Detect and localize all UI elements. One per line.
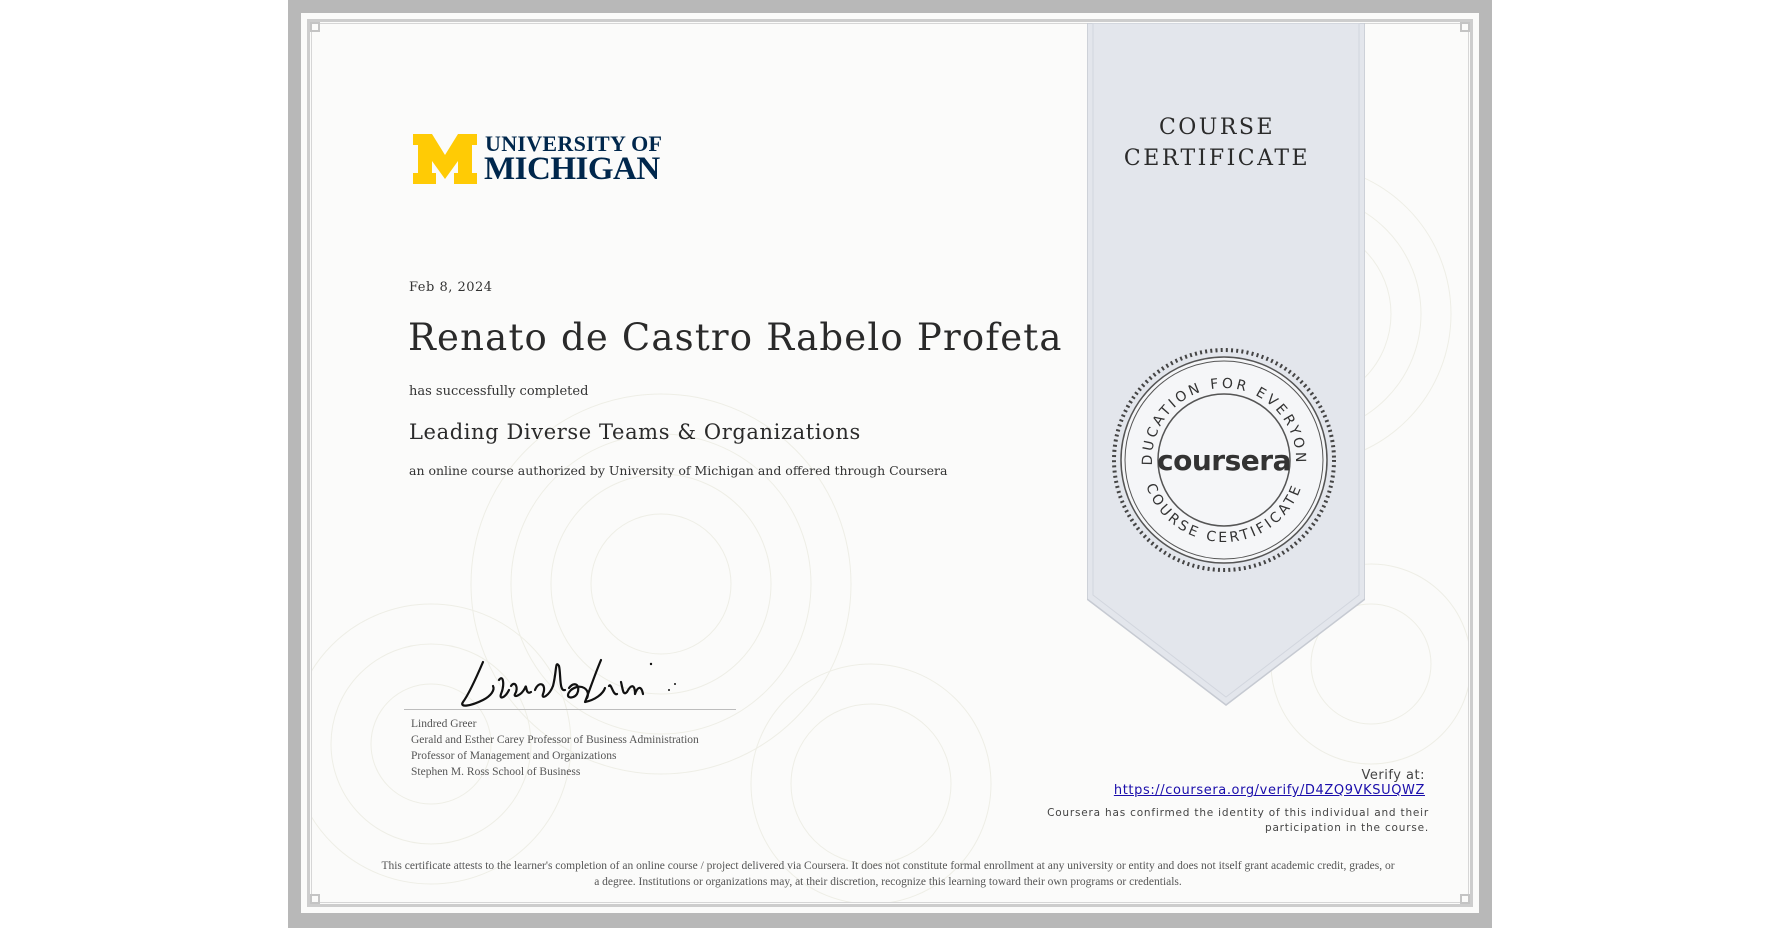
signatory-block: Lindred Greer Gerald and Esther Carey Pr… — [411, 716, 699, 780]
confirmation-line2: participation in the course. — [1264, 822, 1429, 834]
university-logo: UNIVERSITY OF MICHIGAN — [410, 133, 665, 187]
signatory-title-3: Stephen M. Ross School of Business — [411, 766, 581, 778]
corner-ornament-top-left — [310, 22, 320, 32]
coursera-seal: EDUCATION FOR EVERYONE COURSE CERTIFICAT… — [1112, 348, 1336, 572]
issue-date: Feb 8, 2024 — [409, 280, 493, 295]
attestation-disclaimer: This certificate attests to the learner'… — [330, 858, 1446, 890]
seal-brand-text: coursera — [1157, 444, 1291, 477]
course-title: Leading Diverse Teams & Organizations — [409, 420, 861, 444]
logo-text-line2: MICHIGAN — [484, 151, 660, 187]
identity-confirmation: Coursera has confirmed the identity of t… — [1029, 806, 1429, 836]
corner-ornament-bottom-right — [1460, 894, 1470, 904]
ribbon-title-line1: COURSE — [1158, 115, 1276, 140]
confirmation-line1: Coursera has confirmed the identity of t… — [1047, 807, 1429, 819]
signatory-name: Lindred Greer — [411, 718, 477, 730]
corner-ornament-bottom-left — [310, 894, 320, 904]
verify-link[interactable]: https://coursera.org/verify/D4ZQ9VKSUQWZ — [1114, 783, 1425, 798]
signatory-title-2: Professor of Management and Organization… — [411, 750, 617, 762]
signatory-title-1: Gerald and Esther Carey Professor of Bus… — [411, 734, 699, 746]
ribbon-title: COURSE CERTIFICATE — [1087, 112, 1347, 174]
ribbon-title-line2: CERTIFICATE — [1123, 146, 1311, 171]
block-m-icon — [413, 134, 477, 184]
attestation-line1: This certificate attests to the learner'… — [381, 860, 1395, 872]
signature-image — [461, 658, 676, 707]
signature-line — [404, 709, 736, 710]
recipient-name: Renato de Castro Rabelo Profeta — [408, 316, 1063, 359]
verify-label: Verify at: — [1361, 768, 1425, 783]
completed-text: has successfully completed — [409, 384, 589, 399]
corner-ornament-top-right — [1460, 22, 1470, 32]
attestation-line2: a degree. Institutions or organizations … — [594, 876, 1182, 888]
authorized-text: an online course authorized by Universit… — [409, 463, 948, 478]
